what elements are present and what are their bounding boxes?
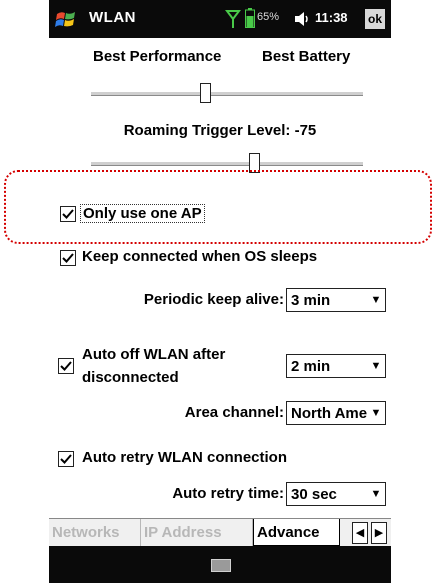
windows-flag-icon[interactable] — [55, 8, 77, 30]
device-screen: WLAN 65% 11:38 ok Best Performance Best … — [49, 0, 391, 583]
roaming-trigger-label: Roaming Trigger Level: -75 — [123, 122, 317, 139]
tab-scroll-left-icon[interactable]: ◀ — [352, 522, 368, 544]
keep-connected-label[interactable]: Keep connected when OS sleeps — [82, 248, 317, 265]
speaker-icon[interactable] — [293, 9, 311, 29]
area-channel-value: North Ame — [291, 405, 368, 422]
auto-off-label-line2[interactable]: disconnected — [82, 369, 179, 386]
area-channel-label: Area channel: — [184, 404, 284, 421]
power-slider-track[interactable] — [91, 92, 363, 96]
chevron-down-icon[interactable]: ▼ — [367, 483, 385, 505]
check-icon — [62, 253, 74, 263]
periodic-keep-alive-label: Periodic keep alive: — [143, 291, 284, 308]
ok-close-button[interactable]: ok — [365, 9, 385, 29]
area-channel-dropdown[interactable]: North Ame ▼ — [286, 401, 386, 425]
best-performance-label: Best Performance — [93, 48, 222, 65]
signal-icon[interactable] — [225, 9, 241, 29]
auto-retry-checkbox[interactable] — [58, 451, 74, 467]
highlight-annotation — [4, 170, 432, 244]
check-icon — [60, 361, 72, 371]
auto-off-label-line1[interactable]: Auto off WLAN after — [82, 346, 225, 363]
status-bar: WLAN 65% 11:38 ok — [49, 0, 391, 38]
tab-ip-address[interactable]: IP Address — [141, 519, 253, 546]
auto-retry-time-label: Auto retry time: — [172, 485, 284, 502]
tab-scroll-right-icon[interactable]: ▶ — [371, 522, 387, 544]
check-icon — [60, 454, 72, 464]
periodic-keep-alive-value: 3 min — [291, 292, 331, 309]
battery-icon[interactable] — [245, 8, 255, 28]
keyboard-icon[interactable] — [211, 559, 231, 572]
auto-off-time-dropdown[interactable]: 2 min ▼ — [286, 354, 386, 378]
window-title: WLAN — [89, 9, 136, 26]
chevron-down-icon[interactable]: ▼ — [367, 402, 385, 424]
tab-bar: Networks IP Address Advance ◀ ▶ — [49, 518, 391, 547]
auto-retry-time-dropdown[interactable]: 30 sec ▼ — [286, 482, 386, 506]
auto-off-time-value: 2 min — [291, 358, 331, 375]
keep-connected-checkbox[interactable] — [60, 250, 76, 266]
tab-networks[interactable]: Networks — [49, 519, 141, 546]
auto-retry-label[interactable]: Auto retry WLAN connection — [82, 449, 287, 466]
auto-off-checkbox[interactable] — [58, 358, 74, 374]
roaming-slider-track[interactable] — [91, 162, 363, 166]
tab-advance[interactable]: Advance — [253, 519, 340, 546]
chevron-down-icon[interactable]: ▼ — [367, 289, 385, 311]
clock[interactable]: 11:38 — [315, 10, 348, 25]
best-battery-label: Best Battery — [262, 48, 351, 65]
periodic-keep-alive-dropdown[interactable]: 3 min ▼ — [286, 288, 386, 312]
power-slider-thumb[interactable] — [199, 83, 211, 103]
battery-percent: 65% — [257, 11, 280, 23]
menu-bar — [49, 546, 391, 583]
auto-retry-time-value: 30 sec — [291, 486, 337, 503]
chevron-down-icon[interactable]: ▼ — [367, 355, 385, 377]
